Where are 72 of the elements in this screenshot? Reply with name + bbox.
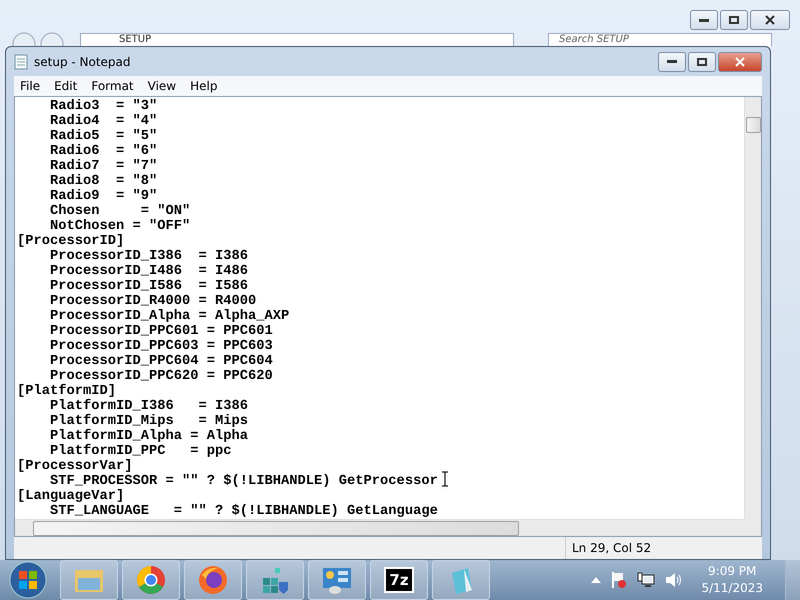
text-line: PlatformID_I386 = I386 xyxy=(49,399,248,414)
text-line: ProcessorID_I586 = I586 xyxy=(49,279,248,294)
clock-time: 9:09 PM xyxy=(708,563,756,580)
text-line: Chosen = "ON" xyxy=(49,204,190,219)
text-line: ProcessorID_Alpha = Alpha_AXP xyxy=(49,309,290,324)
maximize-icon xyxy=(697,58,707,66)
browser-icon xyxy=(198,565,228,595)
taskbar-button[interactable] xyxy=(122,560,180,600)
taskbar-button[interactable] xyxy=(308,560,366,600)
text-line: ProcessorID_I486 = I486 xyxy=(49,264,248,279)
text-line: [PlatformID] xyxy=(17,384,116,399)
maximize-button[interactable] xyxy=(688,52,716,72)
text-line: ProcessorID_I386 = I386 xyxy=(49,249,248,264)
clock-date: 5/11/2023 xyxy=(701,580,763,597)
text-line: Radio4 = "4" xyxy=(49,114,158,129)
show-hidden-icons-icon[interactable] xyxy=(591,577,602,583)
scrollbar-thumb[interactable] xyxy=(746,117,761,133)
text-line: NotChosen = "OFF" xyxy=(49,219,190,234)
menu-item[interactable]: Help xyxy=(184,79,226,94)
text-line: STF_PROCESSOR = "" ? $(!LIBHANDLE) GetProcessor xyxy=(49,474,438,489)
close-button[interactable] xyxy=(750,10,790,30)
text-line: ProcessorID_PPC603 = PPC603 xyxy=(49,339,273,354)
vertical-scrollbar[interactable] xyxy=(744,97,761,519)
text-line: Radio5 = "5" xyxy=(49,129,158,144)
window-title: setup - Notepad xyxy=(34,54,132,69)
taskbar-button[interactable] xyxy=(246,560,304,600)
control-panel-icon xyxy=(321,565,353,595)
text-line: [ProcessorVar] xyxy=(17,459,133,474)
text-line: ProcessorID_PPC620 = PPC620 xyxy=(50,369,273,384)
text-line: ProcessorID_R4000 = R4000 xyxy=(49,294,256,309)
text-line: PlatformID_Mips = Mips xyxy=(49,414,248,429)
speaker-icon[interactable] xyxy=(665,572,684,588)
address-bar[interactable]: SETUP xyxy=(80,33,514,46)
flag-icon[interactable] xyxy=(611,571,628,589)
text-line: Radio8 = "8" xyxy=(49,174,158,189)
maximize-icon xyxy=(729,16,739,24)
text-line: PlatformID_Alpha = Alpha xyxy=(49,429,248,444)
minimize-button[interactable] xyxy=(690,10,718,30)
text-line: STF_LANGUAGE = "" ? $(!LIBHANDLE) GetLanguage xyxy=(49,504,438,519)
text-line: Radio9 = "9" xyxy=(49,189,158,204)
maximize-button[interactable] xyxy=(720,10,748,30)
text-line: Radio7 = "7" xyxy=(49,159,158,174)
text-line: Radio3 = "3" xyxy=(49,99,158,114)
text-line: PlatformID_PPC = ppc xyxy=(49,444,232,459)
horizontal-scrollbar[interactable] xyxy=(15,519,744,536)
start-button[interactable] xyxy=(8,561,48,599)
search-field[interactable]: Search SETUP xyxy=(548,33,772,46)
status-position: Ln 29, Col 52 xyxy=(565,537,762,559)
navigation-buttons-icon[interactable] xyxy=(12,32,66,46)
menu-item[interactable]: Edit xyxy=(48,79,86,94)
archive-app-icon: 7z xyxy=(384,567,414,593)
text-line: [LanguageVar] xyxy=(17,489,124,504)
minimize-icon xyxy=(667,60,677,64)
taskbar-button[interactable]: 7z xyxy=(370,560,428,600)
close-icon xyxy=(735,56,745,67)
scrollbar-thumb[interactable] xyxy=(33,521,519,536)
taskbar-button[interactable] xyxy=(432,560,490,600)
taskbar-button[interactable] xyxy=(184,560,242,600)
minimize-icon xyxy=(699,18,709,22)
menu-item[interactable]: File xyxy=(14,79,48,94)
browser-icon xyxy=(136,565,166,595)
network-icon[interactable] xyxy=(637,572,656,588)
text-line: Radio6 = "6" xyxy=(49,144,158,159)
menu-item[interactable]: View xyxy=(142,79,184,94)
notepad-icon xyxy=(14,54,28,70)
text-cursor-icon xyxy=(441,471,449,487)
text-line: [ProcessorID] xyxy=(17,234,124,249)
minimize-button[interactable] xyxy=(658,52,686,72)
menu-item[interactable]: Format xyxy=(85,79,142,94)
text-line: ProcessorID_PPC601 = PPC601 xyxy=(49,324,273,339)
close-icon xyxy=(765,15,775,25)
text-line: ProcessorID_PPC604 = PPC604 xyxy=(49,354,273,369)
